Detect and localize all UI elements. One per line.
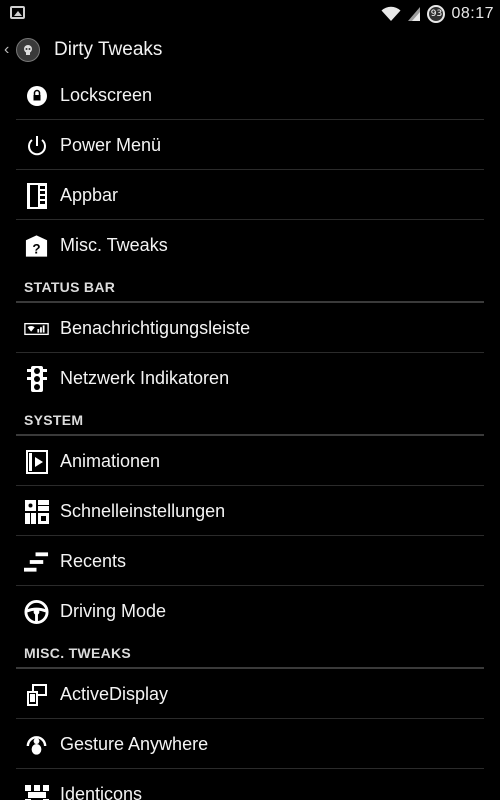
- traffic-light-icon: [24, 365, 49, 392]
- list-item-active-display[interactable]: ActiveDisplay: [0, 669, 500, 719]
- list-item-label: Gesture Anywhere: [60, 733, 209, 754]
- gesture-icon: [24, 732, 49, 757]
- statusbar-icon: [24, 316, 49, 341]
- list-item-power-menu[interactable]: Power Menü: [0, 120, 500, 170]
- list-item-label: Benachrichtigungsleiste: [60, 317, 251, 338]
- section-header-status-bar: STATUS BAR: [0, 270, 500, 303]
- back-chevron-icon[interactable]: ‹: [4, 41, 12, 59]
- action-bar[interactable]: ‹ Dirty Tweaks: [0, 30, 500, 70]
- animation-icon: [24, 449, 49, 474]
- steering-wheel-icon: [24, 599, 49, 624]
- recents-icon: [24, 549, 49, 574]
- settings-list: Lockscreen Power Menü Appbar ? Misc. Twe…: [0, 70, 500, 800]
- quick-settings-icon: [24, 499, 49, 524]
- list-item-notification-bar[interactable]: Benachrichtigungsleiste: [0, 303, 500, 353]
- lock-icon: [24, 83, 49, 108]
- list-item-label: Power Menü: [60, 134, 162, 155]
- list-item-label: Schnelleinstellungen: [60, 500, 226, 521]
- list-item-misc-tweaks[interactable]: ? Misc. Tweaks: [0, 220, 500, 270]
- image-notification-icon: [10, 6, 25, 19]
- section-label: SYSTEM: [24, 412, 84, 428]
- status-bar-right: 93 08:17: [381, 3, 494, 25]
- question-house-icon: ?: [24, 233, 49, 258]
- list-item-label: Recents: [60, 550, 127, 571]
- section-header-system: SYSTEM: [0, 403, 500, 436]
- svg-text:?: ?: [32, 241, 40, 256]
- list-item-label: Driving Mode: [60, 600, 167, 621]
- section-label: STATUS BAR: [24, 279, 116, 295]
- power-icon: [24, 133, 49, 158]
- list-item-quick-settings[interactable]: Schnelleinstellungen: [0, 486, 500, 536]
- list-item-identicons[interactable]: Identicons: [0, 769, 500, 800]
- battery-level: 93: [430, 9, 443, 19]
- active-display-icon: [24, 682, 49, 707]
- list-item-driving-mode[interactable]: Driving Mode: [0, 586, 500, 636]
- list-item-network-indicators[interactable]: Netzwerk Indikatoren: [0, 353, 500, 403]
- list-item-gesture-anywhere[interactable]: Gesture Anywhere: [0, 719, 500, 769]
- list-item-label: Lockscreen: [60, 84, 153, 105]
- list-item-label: Netzwerk Indikatoren: [60, 367, 230, 388]
- list-item-label: Misc. Tweaks: [60, 234, 168, 255]
- appbar-icon: [24, 182, 49, 209]
- list-item-label: Appbar: [60, 184, 119, 205]
- wifi-icon: [381, 6, 401, 22]
- list-item-label: ActiveDisplay: [60, 683, 169, 704]
- section-header-misc-tweaks: MISC. TWEAKS: [0, 636, 500, 669]
- skull-app-icon[interactable]: [16, 38, 40, 62]
- list-item-label: Animationen: [60, 450, 161, 471]
- clock: 08:17: [451, 5, 494, 22]
- list-item-recents[interactable]: Recents: [0, 536, 500, 586]
- page-title: Dirty Tweaks: [54, 39, 163, 60]
- signal-icon: [407, 6, 421, 22]
- list-item-animations[interactable]: Animationen: [0, 436, 500, 486]
- list-item-label: Identicons: [60, 783, 143, 800]
- battery-icon: 93: [427, 5, 446, 23]
- identicon-icon: [24, 782, 49, 800]
- list-item-lockscreen[interactable]: Lockscreen: [0, 70, 500, 120]
- section-label: MISC. TWEAKS: [24, 645, 132, 661]
- list-item-appbar[interactable]: Appbar: [0, 170, 500, 220]
- screen: 93 08:17 ‹ Dirty Tweaks Lockscreen Power…: [0, 0, 500, 800]
- status-bar: 93 08:17: [0, 0, 500, 28]
